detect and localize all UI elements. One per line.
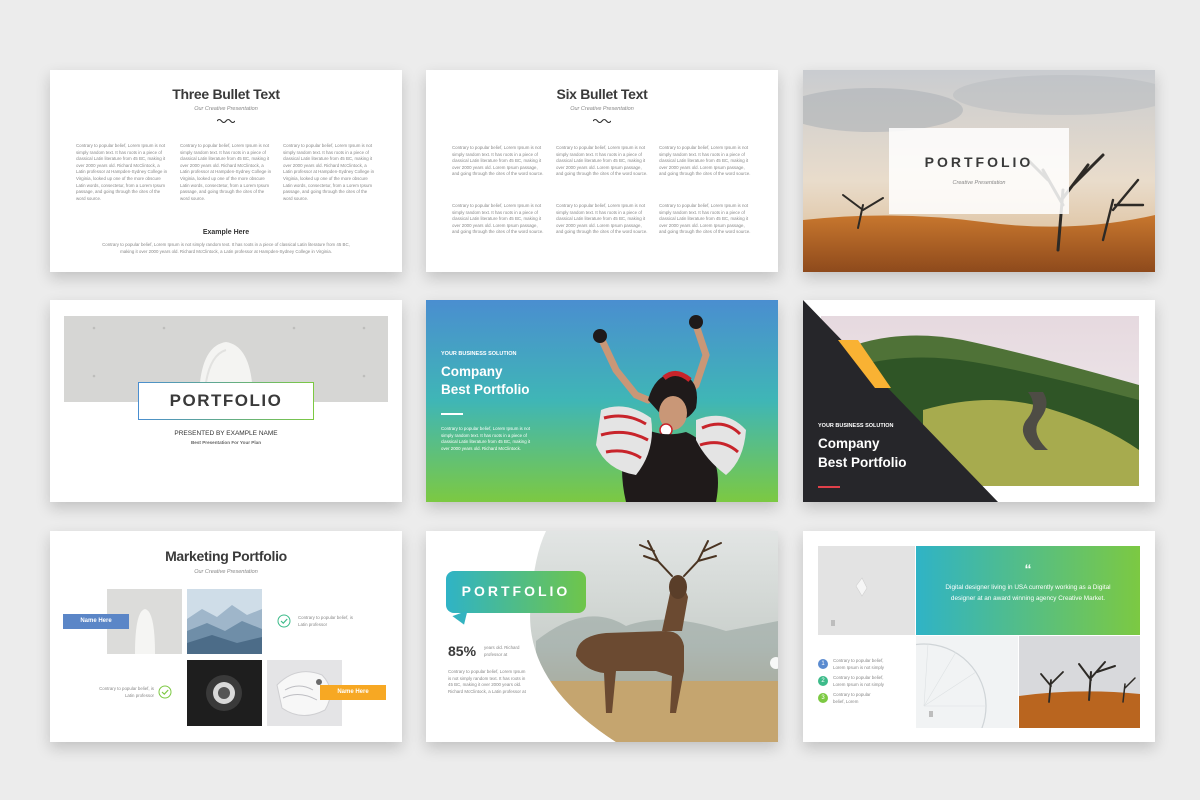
slide-company-road[interactable]: YOUR BUSINESS SOLUTION Company Best Port… — [803, 300, 1155, 502]
quote-mark: “ — [1024, 561, 1032, 577]
text-column-2: Contrary to popular belief, Lorem Ipsum … — [180, 143, 272, 201]
mountain-road-image — [803, 300, 1139, 502]
kicker: YOUR BUSINESS SOLUTION — [441, 351, 517, 357]
note-1: Contrary to popular belief, is Latin pro… — [298, 615, 353, 627]
slide-subtitle: Our Creative Presentation — [570, 106, 634, 112]
tagline: Best Presentation For Your Plan — [190, 440, 262, 445]
title-line-2: Best Portfolio — [818, 455, 907, 470]
text-block-1: Contrary to popular belief, Lorem Ipsum … — [452, 145, 544, 177]
stat-note: years old. Richard professor at — [484, 645, 520, 657]
underline-bar — [818, 486, 840, 488]
slide-quote[interactable]: “ Digital designer living in USA current… — [803, 531, 1155, 742]
text-block-4: Contrary to popular belief, Lorem Ipsum … — [452, 203, 544, 235]
slide-title: PORTFOLIO — [924, 154, 1034, 170]
number-badge-2: 2 — [818, 676, 828, 686]
text-column-1: Contrary to popular belief, Lorem Ipsum … — [76, 143, 168, 201]
slide-title: PORTFOLIO — [169, 391, 283, 410]
presented-by: PRESENTED BY EXAMPLE NAME — [174, 430, 278, 437]
slide-title: PORTFOLIO — [461, 583, 571, 599]
deer-image — [530, 531, 778, 742]
item-text-1: Contrary to popular belief, Lorem Ipsum … — [833, 658, 884, 670]
white-object-image — [818, 546, 915, 635]
slide-marketing-portfolio[interactable]: Marketing Portfolio Our Creative Present… — [50, 531, 402, 742]
note-2: Contrary to popular belief, is Latin pro… — [99, 686, 154, 698]
name-tag-1: Name Here — [63, 614, 129, 629]
title-line-1: Company — [818, 436, 880, 451]
kicker: YOUR BUSINESS SOLUTION — [818, 423, 894, 429]
example-text: Contrary to popular belief, Lorem Ipsum … — [102, 242, 350, 254]
title-line-2: Best Portfolio — [441, 382, 530, 397]
dark-object-image — [187, 660, 262, 726]
text-column-3: Contrary to popular belief, Lorem Ipsum … — [283, 143, 375, 201]
flamenco-dancer-image — [593, 315, 746, 502]
slide-subtitle: Creative Presentation — [952, 180, 1006, 186]
slide-six-bullet-text[interactable]: Six Bullet Text Our Creative Presentatio… — [426, 70, 778, 272]
slide-subtitle: Our Creative Presentation — [194, 106, 258, 112]
item-text-3: Contrary to popular belief, Lorem — [833, 692, 871, 704]
text-block-5: Contrary to popular belief, Lorem Ipsum … — [556, 203, 648, 235]
ferris-wheel-image — [916, 636, 1018, 728]
check-circle-icon — [158, 685, 172, 699]
slide-subtitle: Our Creative Presentation — [194, 569, 258, 575]
quote-text: Digital designer living in USA currently… — [945, 584, 1111, 602]
check-circle-icon — [277, 614, 291, 628]
body-text: Contrary to popular belief, Lorem Ipsum … — [441, 426, 531, 451]
autumn-trees-image — [1019, 636, 1140, 728]
title-line-1: Company — [441, 364, 503, 379]
slide-title: Marketing Portfolio — [165, 548, 287, 564]
misty-mountains-image — [187, 589, 262, 654]
example-heading: Example Here — [202, 229, 250, 236]
text-block-2: Contrary to popular belief, Lorem Ipsum … — [556, 145, 648, 177]
wave-divider-icon — [217, 118, 235, 123]
slide-three-bullet-text[interactable]: Three Bullet Text Our Creative Presentat… — [50, 70, 402, 272]
slide-portfolio-deer[interactable]: PORTFOLIO 85% years old. Richard profess… — [426, 531, 778, 742]
item-text-2: Contrary to popular belief, Lorem Ipsum … — [833, 675, 884, 687]
number-badge-1: 1 — [818, 659, 828, 669]
slide-portfolio-chair[interactable]: PORTFOLIO PRESENTED BY EXAMPLE NAME Best… — [50, 300, 402, 502]
slide-company-dancer[interactable]: YOUR BUSINESS SOLUTION Company Best Port… — [426, 300, 778, 502]
slide-title: Six Bullet Text — [556, 86, 648, 102]
number-badge-3: 3 — [818, 693, 828, 703]
slide-title: Three Bullet Text — [172, 86, 280, 102]
title-box — [889, 128, 1069, 214]
text-block-6: Contrary to popular belief, Lorem Ipsum … — [659, 203, 751, 235]
wave-divider-icon — [593, 118, 611, 123]
underline-bar — [441, 413, 463, 415]
slide-portfolio-trees[interactable]: PORTFOLIO Creative Presentation — [803, 70, 1155, 272]
body-text: Contrary to popular belief, Lorem Ipsum … — [448, 669, 526, 694]
name-tag-2: Name Here — [320, 685, 386, 700]
stat-value: 85% — [448, 643, 477, 659]
text-block-3: Contrary to popular belief, Lorem Ipsum … — [659, 145, 751, 177]
